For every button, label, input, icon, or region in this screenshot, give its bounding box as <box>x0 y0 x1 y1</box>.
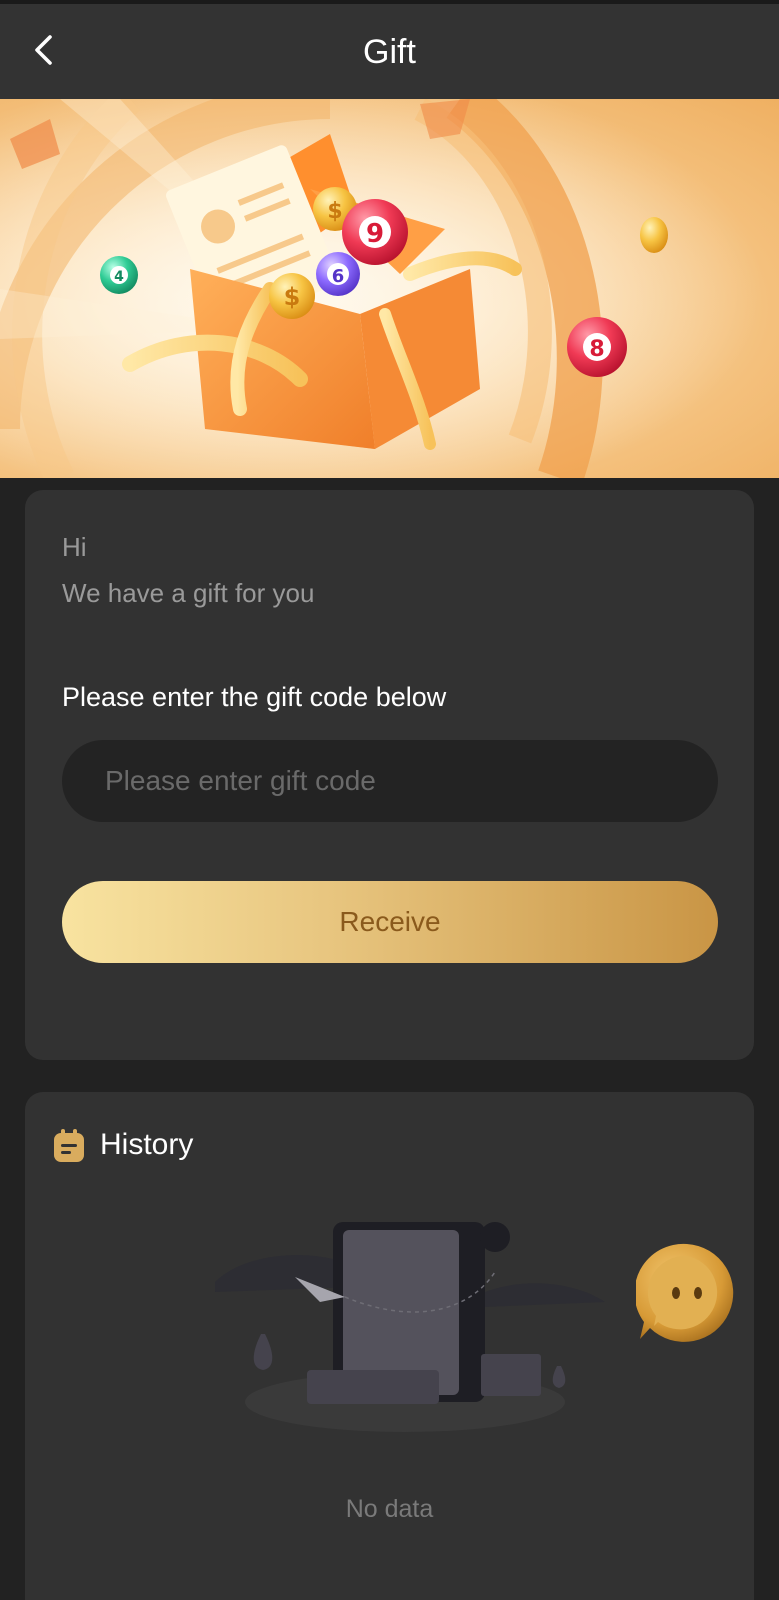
gift-code-prompt: Please enter the gift code below <box>62 682 447 712</box>
gift-message: We have a gift for you <box>62 578 315 608</box>
ball-9-label: 9 <box>366 219 384 249</box>
support-chat-button[interactable] <box>634 1242 738 1344</box>
svg-text:$: $ <box>284 283 301 311</box>
ball-6-label: 6 <box>332 266 345 287</box>
chat-bubble-icon <box>634 1243 738 1348</box>
ball-8-label: 8 <box>589 337 604 362</box>
svg-text:$: $ <box>327 199 342 224</box>
gift-code-input[interactable] <box>62 740 718 822</box>
greeting-text: Hi <box>62 532 87 562</box>
page-title: Gift <box>363 33 416 71</box>
empty-state-label: No data <box>345 1495 434 1523</box>
receive-button[interactable]: Receive <box>62 881 718 963</box>
app-header: Gift <box>0 4 779 99</box>
history-title: History <box>100 1128 194 1161</box>
gift-box-illustration: $ $ 4 9 6 8 <box>0 99 779 478</box>
calendar-note-icon <box>53 1129 85 1163</box>
empty-document-icon <box>185 1222 625 1442</box>
gift-banner: $ $ 4 9 6 8 <box>0 99 779 478</box>
gift-code-card: Hi We have a gift for you Please enter t… <box>25 490 754 1060</box>
ball-4-label: 4 <box>114 269 124 285</box>
